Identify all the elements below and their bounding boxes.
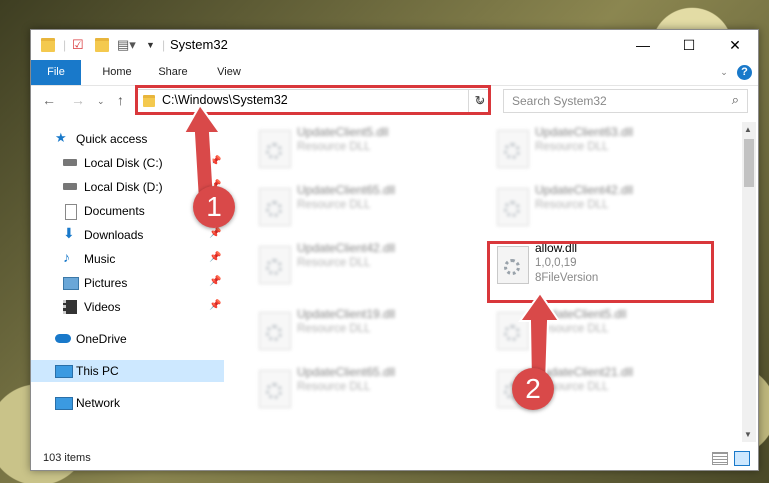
dll-file-icon [259, 130, 291, 168]
scrollbar-thumb[interactable] [744, 139, 754, 187]
search-input[interactable]: Search System32 [512, 94, 607, 108]
up-arrow-icon[interactable]: ↑ [117, 92, 124, 108]
scroll-down-icon[interactable]: ▼ [744, 430, 752, 439]
sidebar-item-this-pc[interactable]: This PC [31, 360, 224, 382]
drive-icon [63, 159, 77, 166]
properties-icon[interactable]: ☑ [72, 35, 84, 55]
sidebar-item-downloads[interactable]: ⬇ Downloads 📌 [31, 224, 224, 246]
dll-file-icon [497, 188, 529, 226]
title-bar: | ☑ ▤▾ ▼ | System32 — ☐ ✕ [31, 30, 758, 60]
dll-file-icon [259, 312, 291, 350]
status-bar: 103 items [31, 448, 758, 470]
separator: | [162, 38, 166, 52]
list-item[interactable]: UpdateClient5.dll Resource DLL [251, 122, 471, 172]
forward-arrow-icon[interactable]: → [71, 92, 85, 108]
step-2-badge: 2 [512, 368, 554, 410]
dll-file-icon [259, 370, 291, 408]
tab-home[interactable]: Home [94, 60, 140, 85]
pin-icon[interactable]: 📌 [209, 252, 221, 263]
recent-locations-icon[interactable]: ⌄ [97, 96, 105, 107]
step-1-badge: 1 [193, 186, 235, 228]
details-view-icon[interactable] [712, 452, 728, 465]
maximize-button[interactable]: ☐ [666, 30, 712, 60]
sidebar-item-videos[interactable]: Videos 📌 [31, 296, 224, 318]
minimize-button[interactable]: — [620, 30, 666, 60]
music-icon: ♪ [63, 249, 70, 265]
close-button[interactable]: ✕ [712, 30, 758, 60]
document-icon [65, 204, 77, 220]
sidebar-item-pictures[interactable]: Pictures 📌 [31, 272, 224, 294]
large-icons-view-icon[interactable] [734, 451, 750, 466]
chevron-down-icon[interactable]: ▼ [146, 35, 155, 55]
list-item[interactable]: UpdateClient19.dll Resource DLL [251, 304, 471, 354]
cloud-icon [55, 334, 71, 343]
dll-file-icon [259, 246, 291, 284]
computer-icon [55, 365, 73, 378]
window-title: System32 [170, 37, 228, 52]
separator: | [63, 38, 67, 52]
search-icon[interactable]: ⌕ [732, 92, 739, 108]
download-icon: ⬇ [63, 225, 75, 241]
back-arrow-icon[interactable]: ← [42, 92, 56, 108]
help-icon[interactable]: ? [737, 65, 752, 80]
scroll-up-icon[interactable]: ▲ [744, 125, 752, 134]
sidebar-item-network[interactable]: Network [31, 392, 224, 414]
ribbon: File Home Share View ⌄ ? [31, 60, 758, 86]
item-count: 103 items [43, 452, 91, 464]
tab-view[interactable]: View [209, 60, 249, 85]
drive-icon [63, 183, 77, 190]
search-box[interactable]: Search System32 ⌕ [503, 89, 748, 113]
list-item[interactable]: UpdateClient63.dll Resource DLL [489, 122, 709, 172]
dll-file-icon [259, 188, 291, 226]
expand-ribbon-icon[interactable]: ⌄ [717, 60, 731, 85]
customize-quick-access-icon[interactable]: ▤▾ [117, 35, 136, 55]
list-item[interactable]: UpdateClient42.dll Resource DLL [489, 180, 709, 230]
video-icon [63, 300, 77, 314]
tab-share[interactable]: Share [152, 60, 194, 85]
sidebar-item-onedrive[interactable]: OneDrive [31, 328, 224, 350]
pin-icon[interactable]: 📌 [209, 228, 221, 239]
sidebar-item-music[interactable]: ♪ Music 📌 [31, 248, 224, 270]
vertical-scrollbar[interactable]: ▲ ▼ [742, 122, 756, 442]
dll-file-icon [497, 130, 529, 168]
star-icon: ★ [55, 130, 67, 145]
folder-icon [41, 35, 55, 55]
pin-icon[interactable]: 📌 [209, 276, 221, 287]
list-item[interactable]: UpdateClient65.dll Resource DLL [251, 180, 471, 230]
new-folder-icon[interactable] [95, 35, 109, 55]
list-item[interactable]: UpdateClient42.dll Resource DLL [251, 238, 471, 288]
list-item[interactable]: UpdateClient65.dll Resource DLL [251, 362, 471, 412]
picture-icon [63, 277, 79, 290]
tab-file[interactable]: File [31, 60, 81, 85]
network-icon [55, 397, 73, 410]
pin-icon[interactable]: 📌 [209, 300, 221, 311]
